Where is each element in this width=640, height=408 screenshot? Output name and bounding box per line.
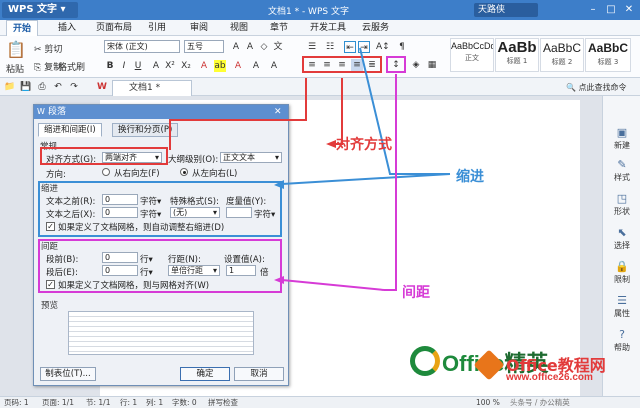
spacing-arrow-link bbox=[281, 279, 385, 291]
spacing-arrow-line bbox=[384, 74, 397, 291]
annotation-indent: 缩进 bbox=[456, 169, 484, 185]
annotation-spacing: 间距 bbox=[402, 285, 430, 301]
align-arrow-head bbox=[326, 140, 336, 148]
annotation-align: 对齐方式 bbox=[336, 137, 392, 153]
align-arrow-line bbox=[169, 78, 307, 150]
indent-arrow-line bbox=[359, 47, 450, 175]
indent-arrow-link bbox=[281, 173, 451, 185]
indent-arrow-head bbox=[274, 180, 284, 189]
spacing-arrow-head bbox=[274, 276, 284, 284]
annotation-arrows bbox=[169, 47, 451, 291]
